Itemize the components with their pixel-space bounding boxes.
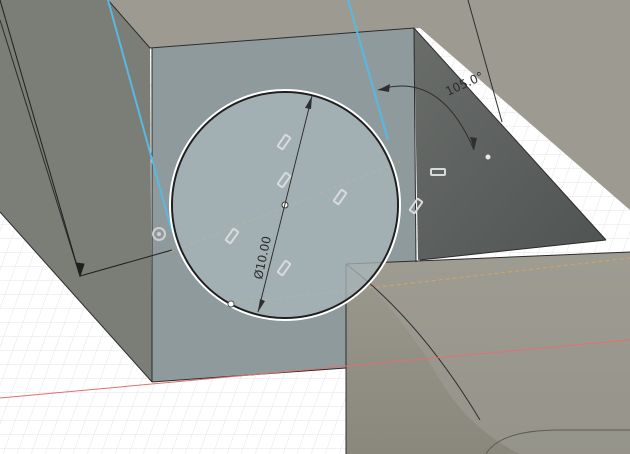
angle-vertex-point[interactable] xyxy=(485,154,491,160)
design-canvas[interactable]: Ø10.00 105.0° xyxy=(0,0,630,454)
circle-edge-point[interactable] xyxy=(227,300,235,308)
